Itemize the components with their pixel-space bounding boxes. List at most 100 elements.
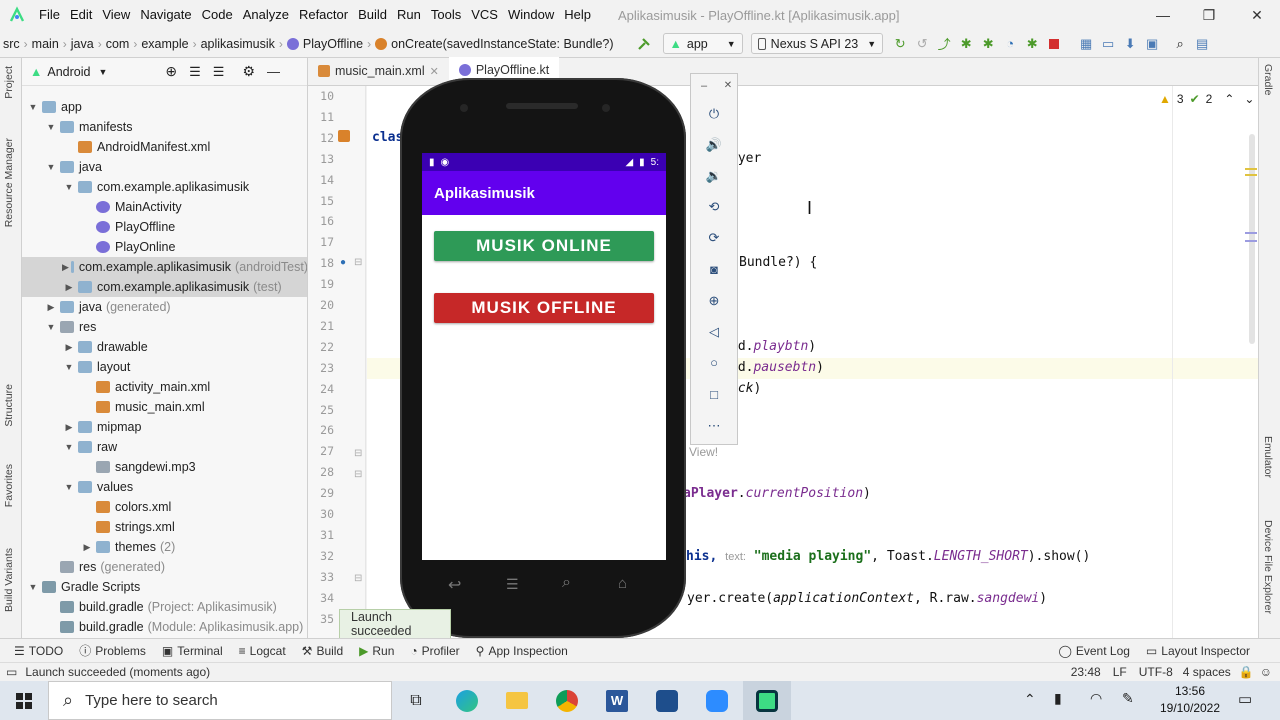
tree-item[interactable]: ▶ com.example.aplikasimusik (androidTest) [22,257,307,277]
tab-resource-manager[interactable]: Resource Manager [3,138,15,227]
inspection-widget[interactable]: ▲ 3 ✔ 2 ⌃ ⌄ [1159,92,1254,106]
tab-todo[interactable]: ☰ TODO [6,644,71,658]
wifi-icon[interactable]: ◠ [1090,690,1102,707]
status-message[interactable]: Launch succeeded (moments ago) [25,665,210,679]
zoom-app-icon[interactable] [693,681,741,720]
device-select[interactable]: Nexus S API 23 ▼ [750,33,884,54]
more-icon[interactable]: ⋯ [691,418,737,434]
winword-app-icon[interactable] [643,681,691,720]
debug-attach-icon[interactable]: ✱ [1021,33,1043,55]
tab-logcat[interactable]: ≡ Logcat [231,644,294,658]
zoom-icon[interactable]: ⊕ [691,293,737,309]
hammer-build-icon[interactable] [633,33,655,55]
overview-icon[interactable]: □ [691,387,737,402]
tree-item[interactable]: activity_main.xml [22,377,307,397]
collapse-all-icon[interactable]: ☰ [213,64,225,80]
rotate-right-icon[interactable]: ⟳ [691,230,737,246]
emulator-close-icon[interactable]: ✕ [705,80,751,91]
chevron-right-icon[interactable]: ▶ [62,422,76,433]
pen-icon[interactable]: ✎ [1122,690,1134,707]
file-explorer-icon[interactable] [493,681,541,720]
tree-item[interactable]: ▼ raw [22,437,307,457]
tree-item[interactable]: ▼ com.example.aplikasimusik [22,177,307,197]
breadcrumb-aplikasimusik[interactable]: aplikasimusik [198,37,278,51]
chevron-up-icon[interactable]: ⌃ [1224,92,1234,106]
chevron-right-icon[interactable]: ▶ [62,282,76,293]
hide-panel-icon[interactable]: — [267,64,280,79]
tree-item[interactable]: ▶ drawable [22,337,307,357]
run-config-select[interactable]: ▲ app ▼ [662,33,743,54]
line-separator[interactable]: LF [1113,665,1127,679]
taskbar-search-box[interactable]: ⌕ Type here to search [48,681,392,720]
chevron-down-icon[interactable]: ▼ [26,582,40,592]
menu-file[interactable]: File [34,0,65,30]
chevron-up-icon[interactable]: ⌃ [1024,691,1036,708]
status-toggle-icon[interactable]: ▭ [6,665,17,679]
locate-icon[interactable]: ⊕ [165,63,177,80]
expand-all-icon[interactable]: ☰ [189,64,201,80]
tab-structure[interactable]: Structure [3,384,15,427]
tree-item[interactable]: ▶ java (generated) [22,297,307,317]
nav-search-icon[interactable]: ⌕ [562,574,571,592]
tab-gradle[interactable]: Gradle [1262,64,1274,96]
tree-item[interactable]: colors.xml [22,497,307,517]
edge-icon[interactable] [443,681,491,720]
avd-manager-icon[interactable]: ▣ [1141,33,1163,55]
menu-tools[interactable]: Tools [426,0,466,30]
indent-setting[interactable]: 4 spaces [1183,665,1231,679]
rotate-left-icon[interactable]: ⟲ [691,199,737,215]
chevron-down-icon[interactable]: ▼ [62,182,76,192]
chevron-down-icon[interactable]: ▼ [44,322,58,332]
attach-debugger-icon[interactable]: ✱ [977,33,999,55]
fold-icon[interactable]: ⊟ [354,573,362,584]
volume-up-icon[interactable]: 🔊 [691,137,737,153]
tree-item[interactable]: strings.xml [22,517,307,537]
taskbar-clock[interactable]: 13:56 19/10/2022 [1150,683,1230,717]
breadcrumb-example[interactable]: example [138,37,191,51]
tree-item[interactable]: AndroidManifest.xml [22,137,307,157]
search-icon[interactable]: ⌕ [1169,33,1191,55]
breadcrumb-main[interactable]: main [29,37,62,51]
tree-item[interactable]: build.gradle (Project: Aplikasimusik) [22,597,307,617]
menu-refactor[interactable]: Refactor [294,0,353,30]
tree-item[interactable]: build.gradle (Module: Aplikasimusik.app) [22,617,307,637]
tree-item[interactable]: ▼ java [22,157,307,177]
tab-app-inspection[interactable]: ⚲ App Inspection [468,644,576,658]
volume-down-icon[interactable]: 🔉 [691,168,737,184]
tree-item[interactable]: ▼ values [22,477,307,497]
tree-item[interactable]: ▶ mipmap [22,417,307,437]
notifications-icon[interactable]: ▭ [1238,690,1252,708]
apply-code-changes-icon[interactable]: ⤴ [933,33,955,55]
project-view-select[interactable]: Android [47,65,90,79]
device-manager-icon[interactable]: ▭ [1097,33,1119,55]
word-icon[interactable]: W [593,681,641,720]
emulator-screen[interactable]: ▮ ◉ ◢ ▮ 5: Aplikasimusik MUSIK ONLINE MU… [422,153,666,560]
home-icon[interactable]: ○ [691,355,737,370]
chevron-down-icon[interactable]: ▼ [62,482,76,492]
tree-item[interactable]: sangdewi.mp3 [22,457,307,477]
chevron-down-icon[interactable]: ▼ [62,442,76,452]
tree-item[interactable]: ▼ res [22,317,307,337]
fold-icon[interactable]: ⊟ [354,257,362,268]
chevron-right-icon[interactable]: ▶ [44,302,58,313]
menu-analyze[interactable]: Analyze [238,0,294,30]
tree-item[interactable]: ▼ app [22,97,307,117]
nav-menu-icon[interactable]: ☰ [506,576,519,593]
musik-offline-button[interactable]: MUSIK OFFLINE [434,293,654,323]
nav-back-icon[interactable]: ↩ [448,575,461,595]
chevron-down-icon[interactable]: ▼ [26,102,40,112]
caret-position[interactable]: 23:48 [1071,665,1101,679]
tab-build-variants[interactable]: Build Variants [3,548,15,612]
musik-online-button[interactable]: MUSIK ONLINE [434,231,654,261]
gear-icon[interactable]: ⚙ [242,63,255,80]
breadcrumb-com[interactable]: com [103,37,133,51]
tab-event-log[interactable]: ◯ Event Log [1050,644,1137,658]
menu-vcs[interactable]: VCS [466,0,503,30]
tab-terminal[interactable]: ▣ Terminal [154,644,231,658]
apply-changes-icon[interactable]: ↺ [911,33,933,55]
task-view-icon[interactable]: ⧉ [392,681,440,720]
tree-item[interactable]: ▼ manifests [22,117,307,137]
tree-item[interactable]: music_main.xml [22,397,307,417]
face-icon[interactable]: ☺ [1260,665,1272,679]
android-studio-taskbar-icon[interactable] [743,681,791,720]
